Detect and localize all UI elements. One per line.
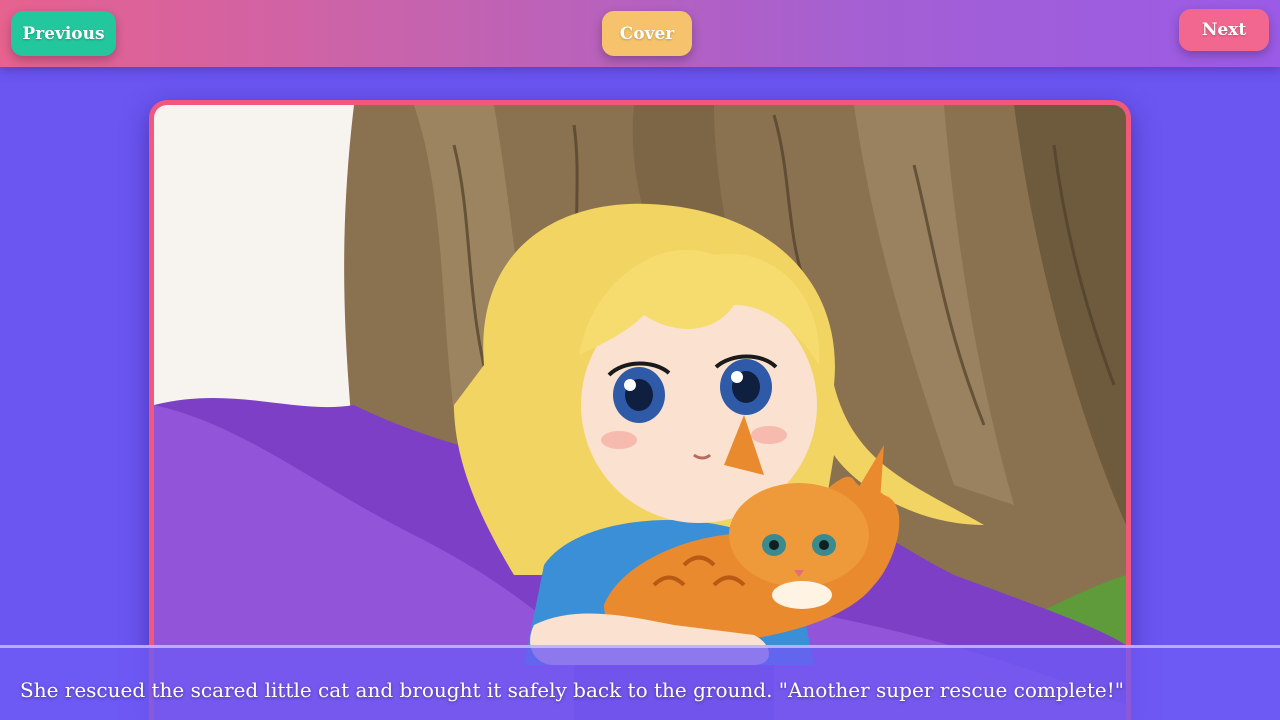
top-navigation-bar: Previous Cover Next (0, 0, 1280, 67)
previous-button[interactable]: Previous (11, 11, 116, 56)
next-button[interactable]: Next (1179, 9, 1269, 51)
story-caption-bar: She rescued the scared little cat and br… (0, 645, 1280, 720)
story-illustration (154, 105, 1126, 720)
cover-button[interactable]: Cover (602, 11, 692, 56)
story-caption: She rescued the scared little cat and br… (20, 678, 1125, 702)
story-illustration-frame (149, 100, 1131, 720)
